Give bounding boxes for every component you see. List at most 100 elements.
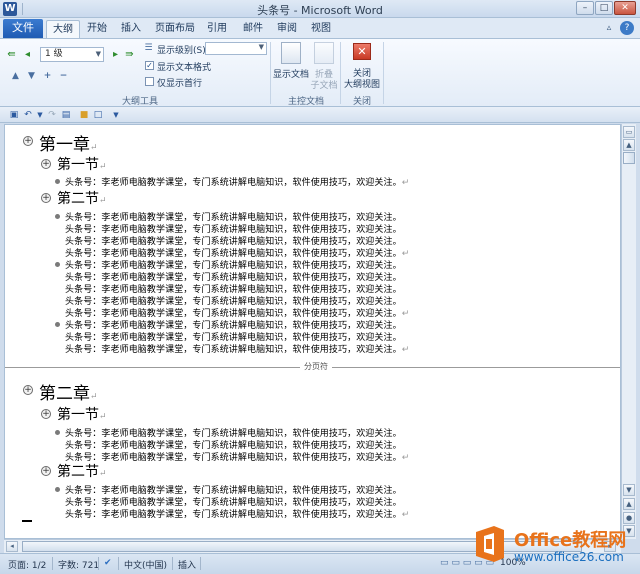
tab-references[interactable]: 引用 bbox=[202, 20, 232, 38]
minimize-ribbon-icon[interactable]: ▵ bbox=[602, 21, 616, 35]
body-text-line[interactable]: 头条号：李老师电脑教学课堂，专门系统讲解电脑知识，软件使用技巧，欢迎关注。↵ bbox=[65, 507, 409, 520]
tab-review[interactable]: 审阅 bbox=[272, 20, 302, 38]
new-document-icon[interactable]: □ bbox=[92, 109, 104, 121]
watermark-name: Office教程网 bbox=[514, 530, 627, 551]
scroll-up-icon[interactable]: ▲ bbox=[623, 139, 635, 151]
heading-2[interactable]: 第一节↵ bbox=[57, 154, 107, 174]
end-of-document-marker bbox=[22, 520, 32, 522]
help-icon[interactable]: ? bbox=[620, 21, 634, 35]
ribbon: ⇚ ◂ 1 级 ▼ ▸ ⇛ ▲ ▼ + − ☰ 显示级别(S): ▼ ✓ 显示文… bbox=[0, 38, 640, 107]
body-bullet bbox=[55, 322, 60, 327]
watermark-url: www.office26.com bbox=[514, 550, 624, 564]
show-level-icon: ☰ bbox=[144, 43, 153, 53]
tab-insert[interactable]: 插入 bbox=[116, 20, 146, 38]
redo-icon[interactable]: ↷ bbox=[46, 109, 58, 121]
body-bullet bbox=[55, 430, 60, 435]
show-level-select[interactable]: ▼ bbox=[205, 42, 267, 55]
scroll-left-icon[interactable]: ◂ bbox=[6, 541, 18, 552]
office-logo-icon bbox=[476, 526, 504, 562]
tab-home[interactable]: 开始 bbox=[82, 20, 112, 38]
minimize-button[interactable]: – bbox=[576, 1, 594, 15]
show-text-format-checkbox[interactable]: ✓ bbox=[145, 61, 154, 70]
quick-access-toolbar: ▣ ↶ ▼ ↷ ▤ ■ □ ▼ bbox=[0, 107, 640, 123]
expand-heading-icon[interactable]: + bbox=[41, 193, 51, 203]
maximize-button[interactable]: □ bbox=[595, 1, 613, 15]
collapse-icon[interactable]: − bbox=[58, 71, 69, 82]
outline-level-select[interactable]: 1 级 ▼ bbox=[40, 47, 104, 62]
show-text-format-label: 显示文本格式 bbox=[157, 63, 212, 73]
body-text-line[interactable]: 头条号：李老师电脑教学课堂，专门系统讲解电脑知识，软件使用技巧，欢迎关注。↵ bbox=[65, 450, 409, 463]
promote-icon[interactable]: ◂ bbox=[22, 49, 33, 60]
save-icon[interactable]: ▣ bbox=[8, 109, 20, 121]
close-outline-view-icon[interactable]: ✕ bbox=[353, 43, 371, 60]
show-first-line-label: 仅显示首行 bbox=[157, 79, 203, 89]
status-separator bbox=[118, 557, 119, 570]
window-title: 头条号 - Microsoft Word bbox=[257, 4, 383, 17]
body-bullet bbox=[55, 487, 60, 492]
scroll-down-icon[interactable]: ▼ bbox=[623, 484, 635, 496]
promote-to-heading1-icon[interactable]: ⇚ bbox=[6, 49, 17, 60]
language-indicator[interactable]: 中文(中国) bbox=[124, 558, 167, 571]
tab-view[interactable]: 视图 bbox=[306, 20, 336, 38]
ruler-toggle-icon[interactable]: ▭ bbox=[623, 126, 635, 138]
expand-icon[interactable]: + bbox=[42, 71, 53, 82]
heading-2[interactable]: 第二节↵ bbox=[57, 461, 107, 481]
print-preview-icon[interactable]: ▤ bbox=[60, 109, 72, 121]
word-count[interactable]: 字数: 721 bbox=[58, 558, 99, 571]
tab-mailings[interactable]: 邮件 bbox=[238, 20, 268, 38]
group-separator bbox=[340, 42, 341, 104]
group-separator bbox=[270, 42, 271, 104]
tab-outline[interactable]: 大纲 bbox=[46, 20, 80, 38]
heading-2[interactable]: 第一节↵ bbox=[57, 404, 107, 424]
customize-qat-icon[interactable]: ▼ bbox=[110, 109, 122, 121]
close-window-button[interactable]: ✕ bbox=[614, 1, 636, 15]
window-controls: – □ ✕ bbox=[576, 1, 636, 15]
undo-icon[interactable]: ↶ bbox=[22, 109, 34, 121]
open-folder-icon[interactable]: ■ bbox=[78, 109, 90, 121]
demote-icon[interactable]: ▸ bbox=[110, 49, 121, 60]
heading-1[interactable]: 第一章↵ bbox=[39, 130, 98, 155]
body-bullet bbox=[55, 262, 60, 267]
vertical-scroll-thumb[interactable] bbox=[623, 152, 635, 164]
vertical-scrollbar[interactable]: ▭ ▲ ▼ ▲ ● ▼ bbox=[621, 124, 636, 539]
body-text-line[interactable]: 头条号：李老师电脑教学课堂，专门系统讲解电脑知识，软件使用技巧，欢迎关注。↵ bbox=[65, 342, 409, 355]
expand-heading-icon[interactable]: + bbox=[23, 385, 33, 395]
close-group-label: 关闭 bbox=[352, 97, 371, 107]
expand-heading-icon[interactable]: + bbox=[41, 159, 51, 169]
ribbon-tab-bar: 文件 大纲 开始 插入 页面布局 引用 邮件 审阅 视图 ▵ ? bbox=[0, 18, 640, 38]
move-up-icon[interactable]: ▲ bbox=[10, 71, 21, 82]
tab-file[interactable]: 文件 bbox=[3, 19, 43, 38]
collapse-subdocuments-icon[interactable] bbox=[314, 42, 334, 64]
status-separator bbox=[52, 557, 53, 570]
previous-page-icon[interactable]: ▲ bbox=[623, 498, 635, 510]
outline-level-value: 1 级 bbox=[45, 49, 63, 59]
status-separator bbox=[172, 557, 173, 570]
heading-2[interactable]: 第二节↵ bbox=[57, 188, 107, 208]
tab-page-layout[interactable]: 页面布局 bbox=[152, 20, 198, 38]
expand-heading-icon[interactable]: + bbox=[41, 409, 51, 419]
expand-heading-icon[interactable]: + bbox=[23, 136, 33, 146]
body-bullet bbox=[55, 214, 60, 219]
page-count[interactable]: 页面: 1/2 bbox=[8, 558, 46, 571]
expand-heading-icon[interactable]: + bbox=[41, 466, 51, 476]
demote-to-body-icon[interactable]: ⇛ bbox=[124, 49, 135, 60]
status-separator bbox=[98, 557, 99, 570]
show-level-label: 显示级别(S): bbox=[157, 46, 209, 56]
group-separator bbox=[383, 42, 384, 104]
move-down-icon[interactable]: ▼ bbox=[26, 71, 37, 82]
show-first-line-checkbox[interactable] bbox=[145, 77, 154, 86]
document-outline-area[interactable]: + 第一章↵ + 第一节↵ 头条号：李老师电脑教学课堂，专门系统讲解电脑知识，软… bbox=[4, 124, 621, 539]
collapse-subdocuments-label-2: 子文档 bbox=[310, 81, 338, 91]
chevron-down-icon: ▼ bbox=[95, 50, 101, 58]
status-separator bbox=[200, 557, 201, 570]
show-document-icon[interactable] bbox=[281, 42, 301, 64]
chevron-down-icon[interactable]: ▼ bbox=[34, 109, 46, 121]
body-text-line[interactable]: 头条号：李老师电脑教学课堂，专门系统讲解电脑知识，软件使用技巧，欢迎关注。↵ bbox=[65, 175, 409, 188]
insert-mode-indicator[interactable]: 插入 bbox=[178, 558, 196, 571]
show-document-label[interactable]: 显示文档 bbox=[272, 67, 310, 80]
chevron-down-icon: ▼ bbox=[258, 43, 264, 51]
heading-1[interactable]: 第二章↵ bbox=[39, 379, 98, 404]
proofing-icon[interactable]: ✔ bbox=[104, 558, 112, 568]
close-outline-label-2[interactable]: 大纲视图 bbox=[342, 77, 382, 90]
page-break-label: 分页符 bbox=[300, 361, 332, 372]
